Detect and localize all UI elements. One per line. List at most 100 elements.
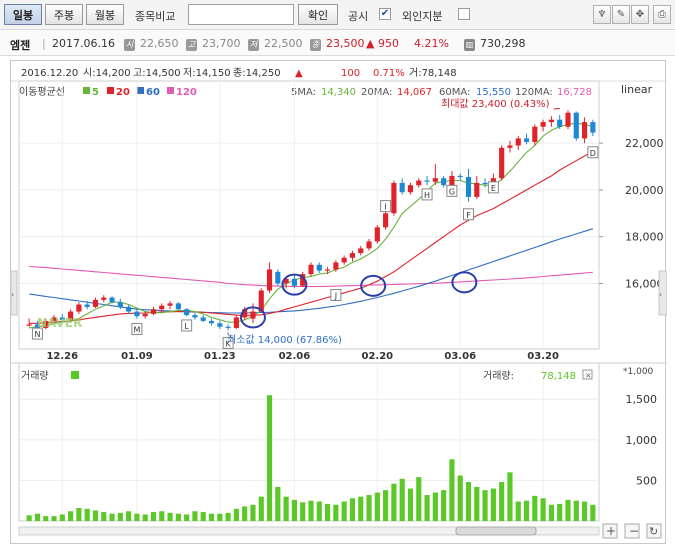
volume-bar [84, 508, 90, 521]
volume-bar [59, 514, 65, 521]
candle-body [308, 264, 314, 275]
candle-body [474, 182, 480, 197]
disclosure-checkbox[interactable]: ✔ [379, 8, 391, 20]
volume-bar [482, 490, 488, 521]
volume-bar [308, 500, 314, 521]
candle-body [532, 126, 538, 142]
scrollbar-thumb[interactable] [455, 526, 537, 536]
volume-bar [366, 495, 372, 521]
candle-body [92, 299, 99, 307]
pencil-icon[interactable]: ✎ [612, 5, 630, 24]
high-tag: 고 [186, 39, 197, 51]
max-annotation: 최대값 23,400 (0.43%) [441, 98, 550, 110]
candle-body [208, 320, 215, 324]
tab-daily[interactable]: 일봉 [4, 4, 42, 25]
volume-swatch [71, 371, 79, 379]
candle-body [590, 122, 596, 133]
compare-input[interactable] [188, 4, 294, 25]
volume-bar [275, 486, 281, 521]
info-change: 100 [341, 68, 360, 79]
volume-value: 78,148 [541, 371, 576, 382]
high-value: 23,700 [202, 37, 241, 50]
info-open: 시:14,200 [83, 67, 131, 79]
candle-body [316, 264, 322, 271]
toolbar: 일봉 주봉 월봉 종목비교 확인 공시 ✔ 외인지분 ♆ ✎ ✥ ⎙ [0, 0, 675, 30]
foreign-label: 외인지분 [402, 10, 443, 23]
marker-icon[interactable]: ♆ [593, 5, 611, 24]
candle-body [557, 119, 563, 127]
candle-body [150, 309, 157, 314]
stock-name: 엠젠 [10, 39, 31, 52]
disclosure-marker-label: J [334, 292, 337, 301]
volume-bar [573, 500, 579, 521]
volume-bar [474, 486, 480, 521]
volume-bar [581, 501, 588, 521]
volume-bar [233, 508, 239, 521]
price-tick-label: 18,000 [625, 231, 664, 244]
volume-bar [499, 482, 505, 521]
volume-bar [291, 499, 297, 521]
candle-body [391, 182, 397, 214]
candle-body [507, 145, 513, 148]
min-annotation: 최소값 14,000 (67.86%) [227, 334, 342, 346]
volume-bar [316, 501, 322, 521]
disclosure-marker-label: L [184, 322, 189, 331]
volume-bar [76, 508, 82, 521]
volume-bar [34, 513, 41, 521]
candle-body [26, 324, 32, 326]
candle-body [374, 227, 380, 242]
x-tick-label: 02.06 [279, 351, 311, 362]
candle-body [192, 315, 198, 318]
compare-label: 종목비교 [135, 10, 176, 23]
info-date: 2016.12.20 [21, 68, 78, 79]
candle-info-line: 2016.12.20 시:14,200 고:14,500 저:14,150 종:… [21, 67, 457, 79]
candle-body [515, 138, 521, 146]
candle-body [573, 112, 579, 139]
chevron-right-icon: › [11, 290, 14, 299]
volume-bar [349, 498, 356, 521]
max-arrow [553, 107, 560, 110]
print-icon[interactable]: ⎙ [653, 5, 671, 24]
candle-body [581, 122, 588, 139]
candle-body [167, 303, 173, 306]
stock-date: 2017.06.16 [52, 37, 115, 50]
volume-bar [192, 511, 198, 521]
open-value: 22,650 [140, 37, 179, 50]
candle-body [383, 213, 389, 228]
volume-bar [68, 511, 74, 521]
volume-bar [300, 502, 306, 521]
minus-icon: − [629, 524, 639, 538]
volume-bar [449, 459, 455, 521]
volume-bar [250, 504, 256, 521]
volume-bar [407, 488, 414, 521]
volume-bar [399, 478, 405, 521]
ma5-legend-label: 5 [92, 87, 99, 98]
info-pct: 0.71% [373, 68, 405, 79]
candle-body [109, 297, 115, 303]
cursor-icon[interactable]: ✥ [631, 5, 649, 24]
tab-monthly[interactable]: 월봉 [86, 4, 124, 25]
ma60-value: 15,550 [476, 87, 511, 98]
volume-bar [208, 513, 215, 521]
disclosure-marker-label: H [424, 191, 430, 200]
candle-body [416, 180, 422, 186]
volume-bar [109, 513, 115, 521]
candle-body [233, 317, 239, 328]
divider: | [42, 37, 46, 50]
ma60-swatch [137, 87, 144, 94]
volume-bar [101, 512, 107, 521]
scale-label[interactable]: linear [621, 83, 653, 96]
candle-body [142, 313, 148, 317]
foreign-checkbox[interactable] [458, 8, 470, 20]
candle-body [126, 306, 132, 312]
candle-body [159, 305, 165, 310]
candle-body [250, 311, 256, 319]
candle-body [217, 323, 223, 327]
chart-frame: 2016.12.20 시:14,200 고:14,500 저:14,150 종:… [10, 60, 668, 544]
tab-weekly[interactable]: 주봉 [45, 4, 83, 25]
price-tick-label: 20,000 [625, 184, 664, 197]
confirm-button[interactable]: 확인 [298, 4, 338, 25]
chevron-left-icon: ‹ [659, 290, 662, 299]
disclosure-marker-label: I [384, 203, 386, 212]
close-value: 23,500 [326, 37, 365, 50]
